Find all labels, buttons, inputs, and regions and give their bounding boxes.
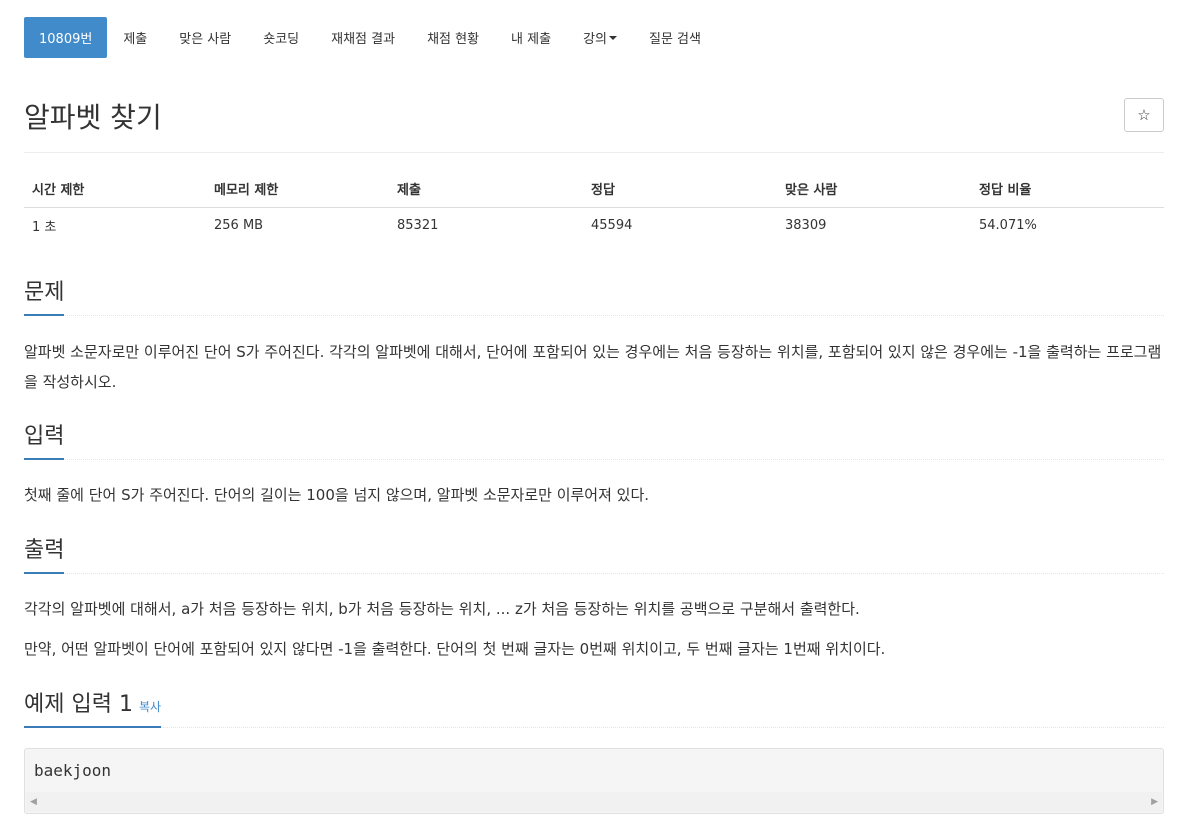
- stats-header-time-limit: 시간 제한: [24, 170, 206, 208]
- scroll-right-icon[interactable]: ▶: [1151, 797, 1158, 807]
- output-section-header: 출력: [24, 532, 1164, 574]
- sample-input-section-header: 예제 입력 1 복사: [24, 686, 1164, 728]
- nav-submit[interactable]: 제출: [107, 17, 163, 58]
- stats-header-accepted: 정답: [583, 170, 777, 208]
- nav-lectures-dropdown[interactable]: 강의: [567, 17, 633, 58]
- stats-time-limit: 1 초: [32, 219, 57, 235]
- stats-memory-limit: 256 MB: [214, 217, 264, 233]
- input-description: 첫째 줄에 단어 S가 주어진다. 단어의 길이는 100을 넘지 않으며, 알…: [24, 486, 650, 504]
- stats-submissions: 85321: [397, 217, 439, 233]
- problem-stats-table: 시간 제한 메모리 제한 제출 정답 맞은 사람 정답 비율 1 초 256 M…: [24, 170, 1164, 243]
- star-icon: ☆: [1137, 107, 1151, 124]
- nav-question-search[interactable]: 질문 검색: [633, 17, 717, 58]
- stats-header-solvers: 맞은 사람: [777, 170, 971, 208]
- output-description-2: 만약, 어떤 알파벳이 단어에 포함되어 있지 않다면 -1을 출력한다. 단어…: [24, 640, 886, 658]
- horizontal-scrollbar[interactable]: ◀ ▶: [26, 792, 1162, 812]
- favorite-button[interactable]: ☆: [1124, 98, 1164, 132]
- problem-section-heading: 문제: [24, 274, 65, 316]
- nav-rejudge-results[interactable]: 재채점 결과: [315, 17, 411, 58]
- stats-header-row: 시간 제한 메모리 제한 제출 정답 맞은 사람 정답 비율: [24, 170, 1164, 208]
- stats-header-memory-limit: 메모리 제한: [206, 170, 389, 208]
- problem-nav: 10809번 제출 맞은 사람 숏코딩 재채점 결과 채점 현황 내 제출 강의…: [24, 17, 717, 58]
- sample-input-text: baekjoon: [34, 761, 112, 780]
- stats-header-submissions: 제출: [389, 170, 583, 208]
- stats-value-row: 1 초 256 MB 85321 45594 38309 54.071%: [24, 207, 1164, 243]
- title-divider: [24, 152, 1164, 153]
- stats-header-ratio: 정답 비율: [971, 170, 1164, 208]
- caret-down-icon: [608, 35, 617, 40]
- stats-ratio: 54.071%: [979, 217, 1037, 233]
- output-section-heading: 출력: [24, 532, 65, 574]
- output-description-1: 각각의 알파벳에 대해서, a가 처음 등장하는 위치, b가 처음 등장하는 …: [24, 600, 860, 618]
- nav-judge-status[interactable]: 채점 현황: [411, 17, 495, 58]
- input-section-header: 입력: [24, 418, 1164, 460]
- problem-title: 알파벳 찾기: [24, 101, 162, 134]
- copy-button[interactable]: 복사: [139, 700, 161, 714]
- sample-input-box[interactable]: baekjoon ◀ ▶: [24, 748, 1164, 814]
- stats-solvers: 38309: [785, 217, 827, 233]
- stats-accepted: 45594: [591, 217, 633, 233]
- nav-lectures-label: 강의: [583, 32, 607, 47]
- nav-short-coding[interactable]: 숏코딩: [247, 17, 315, 58]
- nav-problem-number[interactable]: 10809번: [24, 17, 108, 58]
- nav-my-submissions[interactable]: 내 제출: [495, 17, 567, 58]
- input-section-heading: 입력: [24, 418, 65, 460]
- nav-correct-users[interactable]: 맞은 사람: [163, 17, 247, 58]
- scroll-left-icon[interactable]: ◀: [30, 797, 37, 807]
- sample-input-heading-text: 예제 입력 1: [24, 692, 133, 717]
- sample-input-heading: 예제 입력 1 복사: [24, 686, 162, 728]
- problem-description: 알파벳 소문자로만 이루어진 단어 S가 주어진다. 각각의 알파벳에 대해서,…: [24, 343, 1162, 391]
- problem-section-header: 문제: [24, 274, 1164, 316]
